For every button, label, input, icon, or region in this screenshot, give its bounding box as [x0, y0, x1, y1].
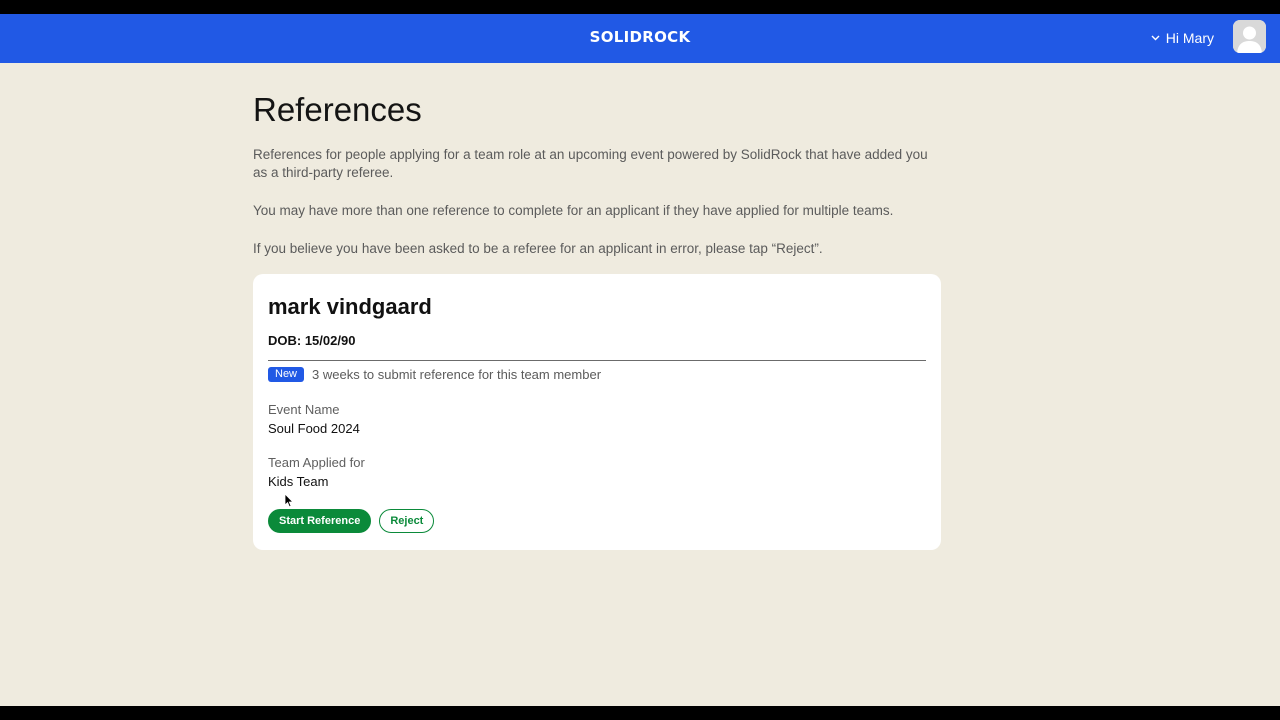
intro-paragraph: References for people applying for a tea… — [253, 147, 928, 180]
deadline-text: 3 weeks to submit reference for this tea… — [312, 367, 602, 382]
letterbox-top — [0, 0, 1280, 14]
team-applied-value: Kids Team — [268, 474, 329, 489]
letterbox-bottom — [0, 706, 1280, 720]
team-applied-label: Team Applied for — [268, 455, 365, 470]
page-title: References — [253, 91, 422, 128]
applicant-name: mark vindgaard — [268, 294, 432, 319]
status-badge: New — [268, 367, 305, 382]
user-avatar-icon[interactable] — [1233, 20, 1266, 53]
brand-logo[interactable]: SOLIDROCK — [0, 28, 1280, 46]
references-page: References References for people applyin… — [0, 63, 1280, 706]
status-row: New 3 weeks to submit reference for this… — [268, 367, 601, 382]
user-menu-toggle[interactable]: Hi Mary — [1151, 28, 1214, 48]
chevron-down-icon — [1151, 35, 1160, 41]
event-name-label: Event Name — [268, 402, 340, 417]
reference-card: mark vindgaard DOB: 15/02/90 New 3 weeks… — [253, 274, 941, 550]
reject-button[interactable]: Reject — [379, 509, 435, 533]
intro-paragraph: If you believe you have been asked to be… — [253, 241, 823, 256]
mouse-cursor-icon — [284, 493, 294, 513]
user-greeting: Hi Mary — [1165, 30, 1214, 46]
top-navbar: SOLIDROCK Hi Mary — [0, 14, 1280, 63]
divider — [268, 360, 926, 361]
event-name-value: Soul Food 2024 — [268, 421, 360, 436]
applicant-dob: DOB: 15/02/90 — [268, 333, 356, 348]
intro-paragraph: You may have more than one reference to … — [253, 203, 894, 218]
